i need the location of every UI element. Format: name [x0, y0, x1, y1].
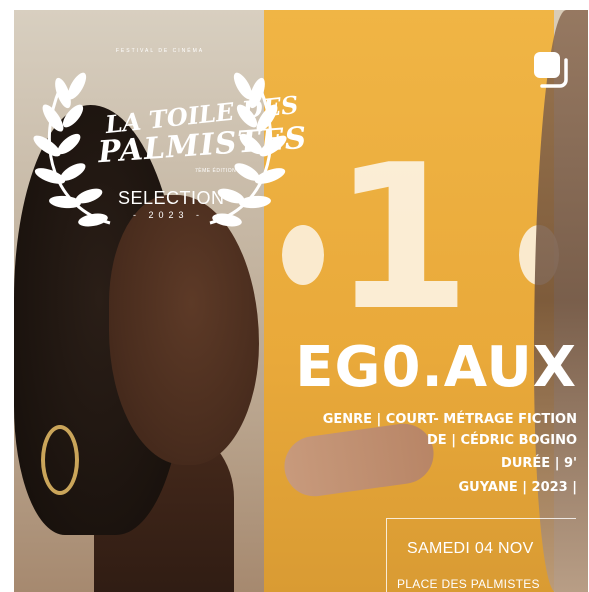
screening-date: SAMEDI 04 NOV — [407, 540, 534, 557]
meta-duration: DURÉE | 9' — [501, 456, 577, 471]
hoop-earring — [41, 425, 79, 495]
festival-edition: 7ÈME ÉDITION — [195, 168, 237, 174]
meta-genre: GENRE | COURT- MÉTRAGE FICTION — [322, 412, 577, 427]
screening-place: PLACE DES PALMISTES — [397, 577, 540, 591]
meta-country-year: GUYANE | 2023 | — [458, 480, 577, 495]
film-title: EG0.AUX — [295, 335, 577, 400]
festival-subtitle: FESTIVAL DE CINÉMA — [115, 48, 205, 54]
wall-number: 1 — [332, 122, 472, 355]
meta-director: DE | CÉDRIC BOGINO — [427, 433, 577, 448]
copy-multiple-icon[interactable] — [530, 48, 574, 92]
selection-year: - 2023 - — [133, 210, 205, 220]
selection-label: SELECTION — [118, 188, 225, 208]
